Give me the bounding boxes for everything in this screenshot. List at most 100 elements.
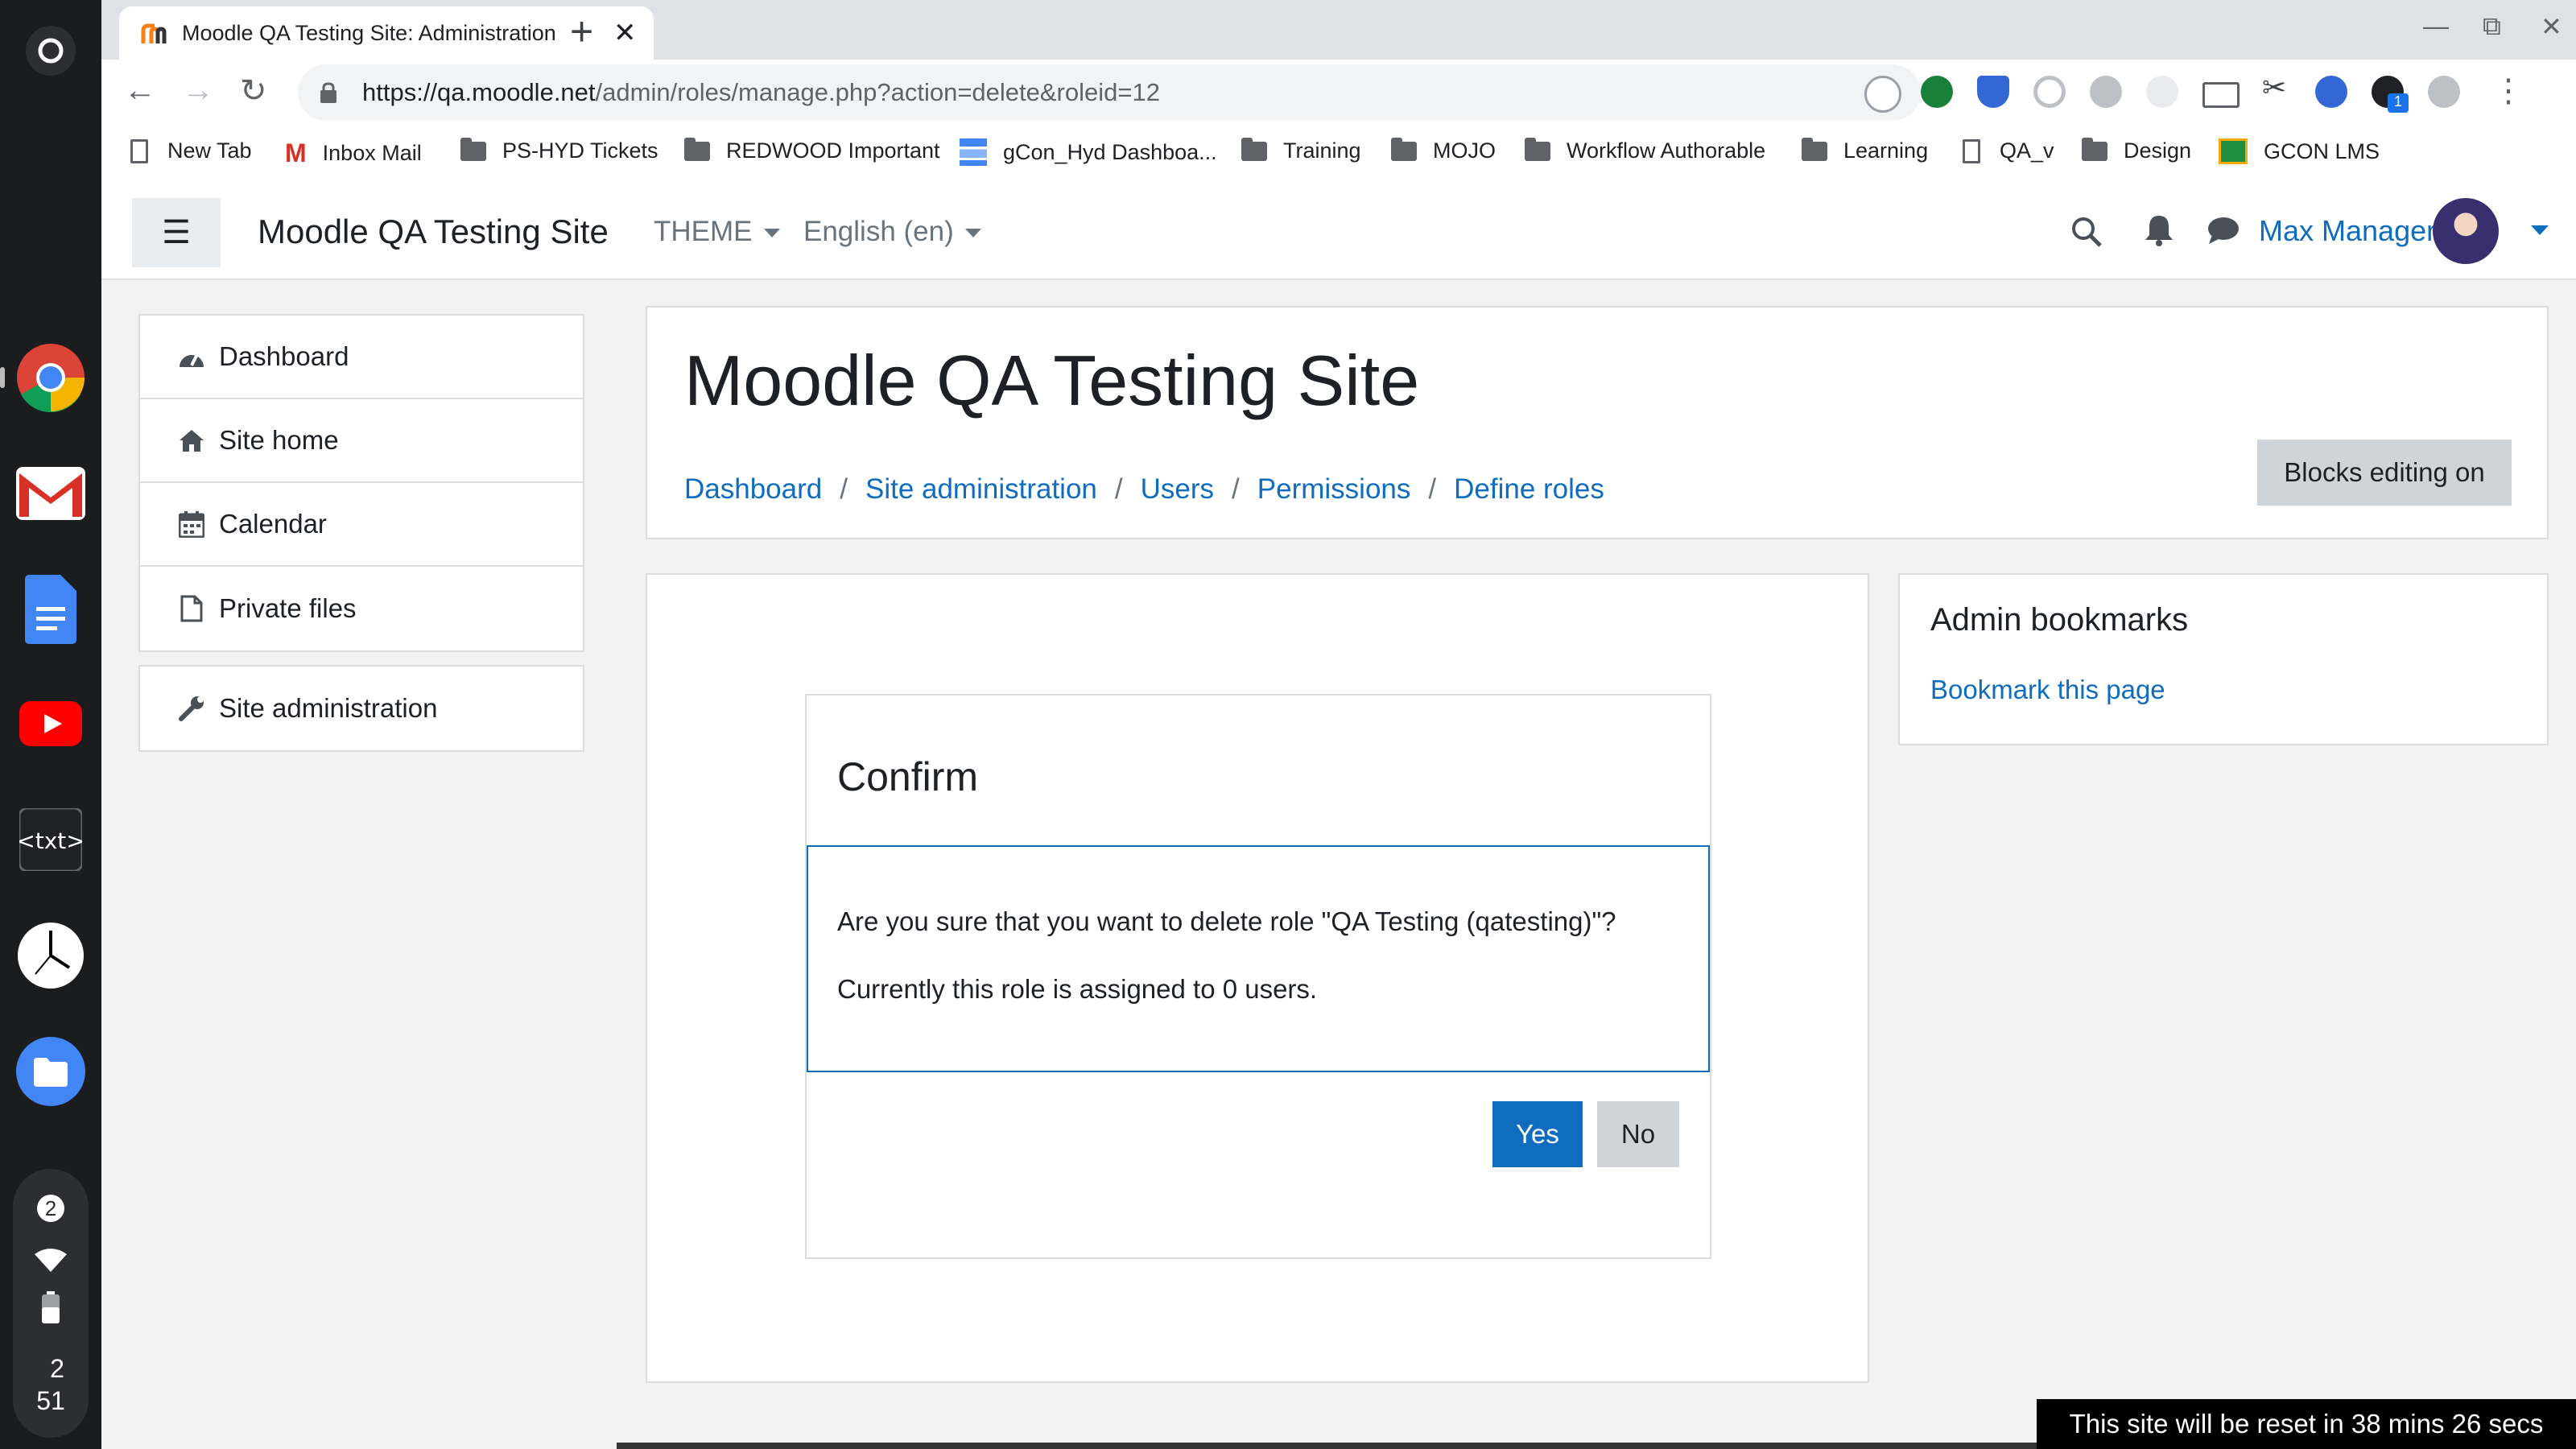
bookmark-gcon-lms[interactable]: GCON LMS (2219, 138, 2380, 164)
scissors-icon[interactable]: ✂ (2262, 71, 2294, 104)
url-text: https://qa.moodle.net/admin/roles/manage… (362, 78, 1160, 107)
extension-6-icon[interactable] (2146, 76, 2178, 108)
new-tab-icon[interactable]: + (570, 8, 593, 55)
moodle-favicon-icon (141, 23, 167, 43)
drawer-toggle-button[interactable]: ☰ (132, 198, 221, 267)
forward-icon[interactable]: → (182, 72, 214, 109)
breadcrumb-separator: / (1428, 473, 1437, 505)
bookmark-label: Training (1283, 138, 1361, 163)
bookmark-ps-hyd-tickets[interactable]: PS-HYD Tickets (460, 137, 658, 163)
user-avatar[interactable] (2433, 198, 2499, 264)
bookmark-label: GCON LMS (2264, 138, 2380, 163)
extension-9-icon[interactable] (2315, 76, 2347, 108)
tab-close-icon[interactable]: ✕ (613, 17, 637, 49)
clock-minute: 51 (36, 1386, 65, 1415)
bookmark-learning[interactable]: Learning (1802, 137, 1928, 163)
minimize-icon[interactable]: — (2423, 11, 2449, 41)
bookmark-workflow-authorable[interactable]: Workflow Authorable (1525, 137, 1765, 163)
folder-icon (1241, 137, 1267, 161)
bookmark-label: PS-HYD Tickets (502, 138, 658, 163)
bookmark-training[interactable]: Training (1241, 137, 1361, 163)
bookmark-design[interactable]: Design (2082, 137, 2192, 163)
language-menu-label: English (en) (803, 216, 954, 247)
yes-button[interactable]: Yes (1492, 1101, 1583, 1167)
file-icon (175, 595, 208, 622)
clock-app-icon[interactable] (16, 921, 85, 990)
drawer-item-dashboard[interactable]: Dashboard (140, 316, 583, 399)
bookmark-qa-v[interactable]: QA_v (1963, 138, 2054, 163)
address-bar[interactable]: https://qa.moodle.net/admin/roles/manage… (298, 64, 1921, 121)
cast-icon[interactable] (2202, 82, 2240, 108)
close-window-icon[interactable]: ✕ (2541, 11, 2562, 42)
files-app-icon[interactable] (16, 1037, 85, 1106)
drawer-item-site-administration[interactable]: Site administration (140, 667, 583, 750)
bookmark-label: Design (2124, 138, 2192, 163)
gmail-app-icon[interactable] (16, 459, 85, 528)
clock-hour: 2 (50, 1354, 64, 1383)
breadcrumb-site-administration[interactable]: Site administration (865, 473, 1097, 506)
extension-2-icon[interactable] (1921, 76, 1953, 108)
drawer-item-label: Calendar (219, 509, 327, 539)
back-icon[interactable]: ← (124, 72, 156, 109)
status-tray[interactable]: 2 2 51 (13, 1169, 89, 1438)
bookmarks-bar: New Tab M Inbox Mail PS-HYD Tickets REDWO… (101, 126, 2576, 188)
page-icon (130, 138, 148, 163)
breadcrumb-permissions[interactable]: Permissions (1257, 473, 1411, 506)
search-icon[interactable] (2070, 216, 2103, 248)
caret-down-icon (763, 229, 780, 238)
bookmark-new-tab[interactable]: New Tab (130, 138, 252, 163)
page-header: Moodle QA Testing Site Dashboard / Site … (646, 306, 2549, 539)
confirm-dialog: Confirm Are you sure that you want to de… (805, 694, 1711, 1259)
drawer-item-site-home[interactable]: Site home (140, 399, 583, 483)
admin-bookmarks-block: Admin bookmarks Bookmark this page (1898, 573, 2549, 745)
folder-icon (460, 137, 486, 161)
extension-1-icon[interactable] (1864, 76, 1901, 113)
restore-icon[interactable]: ⧉ (2483, 11, 2501, 42)
bookmark-gcon-hyd-dashboard[interactable]: gCon_Hyd Dashboa... (960, 138, 1217, 166)
drawer-item-label: Dashboard (219, 341, 349, 371)
page-icon (1963, 138, 1980, 163)
tab-strip: Moodle QA Testing Site: Administration ✕… (101, 0, 2576, 60)
breadcrumb-dashboard[interactable]: Dashboard (684, 473, 822, 506)
bookmark-mojo[interactable]: MOJO (1391, 137, 1496, 163)
breadcrumb-users[interactable]: Users (1141, 473, 1214, 506)
user-menu-name[interactable]: Max Manager (2259, 214, 2436, 248)
battery-icon (42, 1291, 60, 1323)
user-menu-caret-icon[interactable] (2531, 225, 2549, 235)
breadcrumb-define-roles[interactable]: Define roles (1454, 473, 1604, 506)
launcher-icon[interactable] (16, 16, 85, 85)
browser-menu-icon[interactable]: ⋮ (2492, 72, 2524, 109)
caret-down-icon (964, 229, 981, 238)
bookmark-redwood-important[interactable]: REDWOOD Important (684, 137, 940, 163)
extension-5-icon[interactable] (2090, 76, 2122, 108)
extension-10-icon[interactable]: 1 (2372, 76, 2409, 113)
google-extension-icon[interactable] (2033, 76, 2066, 108)
shield-extension-icon[interactable] (1977, 76, 2009, 108)
bookmark-this-page-link[interactable]: Bookmark this page (1930, 675, 2165, 705)
docs-app-icon[interactable] (16, 575, 85, 644)
text-editor-app-icon[interactable]: <txt> (16, 805, 85, 874)
confirm-assigned-count: Currently this role is assigned to 0 use… (837, 974, 1318, 1004)
bookmark-inbox-mail[interactable]: M Inbox Mail (285, 138, 422, 168)
folder-icon (1525, 137, 1550, 161)
theme-menu-label: THEME (654, 216, 753, 247)
drawer-main-list: Dashboard Site home Calendar Private fil… (138, 314, 584, 652)
calendar-icon (175, 510, 208, 538)
language-menu[interactable]: English (en) (803, 216, 981, 248)
dashboard-icon (960, 138, 987, 166)
chrome-app-icon[interactable] (16, 343, 85, 412)
youtube-app-icon[interactable] (16, 689, 85, 758)
moodle-navbar: ☰ Moodle QA Testing Site THEME English (… (101, 187, 2576, 280)
notifications-bell-icon[interactable] (2145, 214, 2174, 246)
drawer-item-private-files[interactable]: Private files (140, 567, 583, 650)
messages-icon[interactable] (2207, 216, 2240, 245)
extension-11-icon[interactable] (2428, 76, 2460, 108)
breadcrumb-separator: / (1114, 473, 1123, 505)
classroom-icon (2219, 138, 2248, 164)
theme-menu[interactable]: THEME (654, 216, 780, 248)
no-button[interactable]: No (1597, 1101, 1679, 1167)
navbar-site-name[interactable]: Moodle QA Testing Site (258, 213, 609, 251)
blocks-editing-on-button[interactable]: Blocks editing on (2257, 440, 2512, 506)
reload-icon[interactable]: ↻ (240, 72, 267, 109)
drawer-item-calendar[interactable]: Calendar (140, 483, 583, 567)
